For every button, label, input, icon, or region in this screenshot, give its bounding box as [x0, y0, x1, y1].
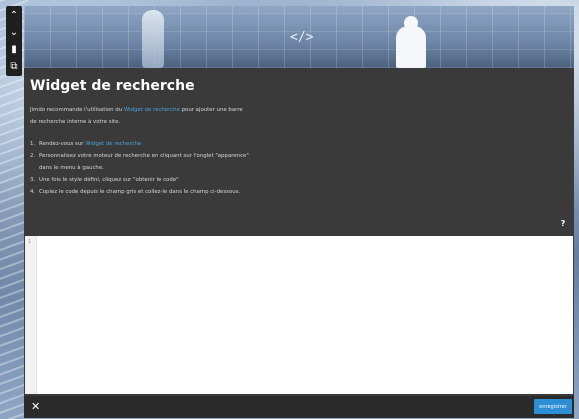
step-4: 4. Copiez le code depuis le champ gris e… [30, 186, 560, 198]
trash-icon[interactable]: ▮ [7, 43, 21, 57]
code-icon: </> [290, 30, 314, 45]
step-text: Copiez le code depuis le champ gris et c… [39, 189, 241, 195]
dialog-title: Widget de recherche [30, 78, 195, 94]
header-figure-left [142, 10, 164, 68]
step-text: Rendez-vous sur [39, 141, 86, 147]
step-2-continued: dans le menu à gauche. [30, 162, 560, 174]
step-number: 4. [30, 189, 36, 195]
intro-suffix: pour ajouter une barre [179, 107, 243, 113]
step-3: 3. Une fois le style défini, cliquez sur… [30, 174, 560, 186]
copy-icon[interactable]: ⧉ [7, 60, 21, 74]
step-number: 3. [30, 177, 36, 183]
instructions: Jimdo recommande l'utilisation du Widget… [30, 104, 560, 198]
save-button[interactable]: enregistrer [534, 399, 572, 414]
module-toolbar: ⌃ ⌄ ▮ ⧉ [6, 6, 22, 76]
step-2: 2. Personnalisez votre moteur de recherc… [30, 150, 560, 162]
intro-link[interactable]: Widget de recherche [124, 107, 180, 113]
step-link[interactable]: Widget de recherche [85, 141, 141, 147]
code-editor[interactable]: 1 [25, 236, 573, 394]
header-image: </> [24, 6, 574, 68]
step-number: 2. [30, 153, 36, 159]
step-text: dans le menu à gauche. [39, 165, 104, 171]
chevron-up-icon[interactable]: ⌃ [7, 9, 21, 23]
dialog-footer: ✕ enregistrer [24, 396, 574, 418]
help-icon[interactable]: ? [558, 218, 568, 228]
intro-text: Jimdo recommande l'utilisation du Widget… [30, 104, 560, 128]
intro-line2: de recherche interne à votre site. [30, 119, 121, 125]
step-number [30, 162, 39, 174]
header-figure-right [396, 16, 426, 68]
line-number: 1 [28, 239, 32, 245]
step-text: Personnalisez votre moteur de recherche … [39, 153, 249, 159]
close-icon[interactable]: ✕ [31, 401, 40, 412]
step-text: Une fois le style défini, cliquez sur "o… [39, 177, 179, 183]
step-number: 1. [30, 141, 36, 147]
intro-prefix: Jimdo recommande l'utilisation du [30, 107, 124, 113]
search-widget-dialog: </> Widget de recherche Jimdo recommande… [24, 6, 574, 418]
step-1: 1. Rendez-vous sur Widget de recherche [30, 138, 560, 150]
chevron-down-icon[interactable]: ⌄ [7, 26, 21, 40]
editor-gutter: 1 [25, 236, 37, 394]
